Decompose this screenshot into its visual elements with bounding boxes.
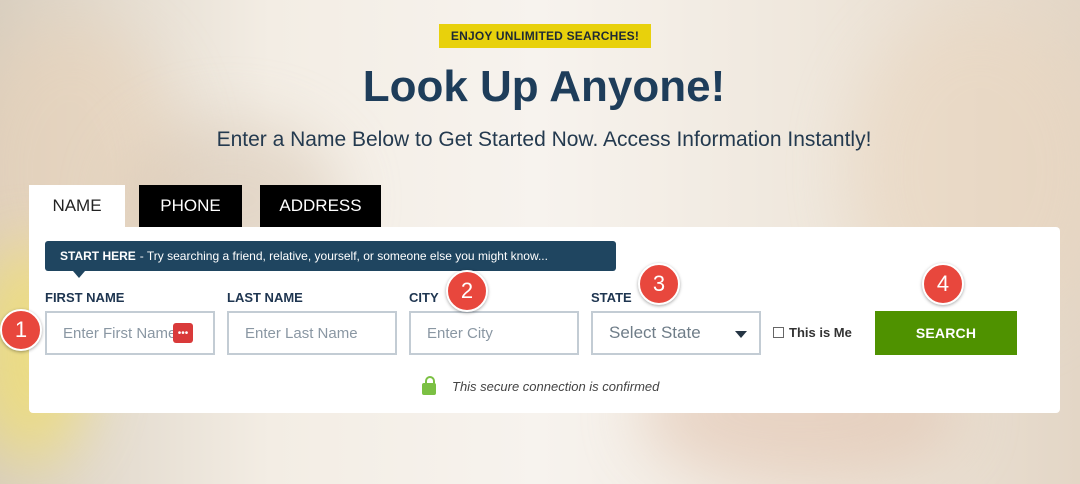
search-button[interactable]: SEARCH <box>875 311 1017 355</box>
city-field <box>409 311 579 355</box>
start-here-tooltip: START HERE - Try searching a friend, rel… <box>45 241 616 271</box>
lock-icon <box>422 376 436 395</box>
tooltip-strong: START HERE <box>60 249 136 263</box>
first-name-field: ••• <box>45 311 215 355</box>
step-marker-1: 1 <box>0 309 42 351</box>
step-marker-4: 4 <box>922 263 964 305</box>
last-name-input[interactable] <box>229 313 395 353</box>
password-manager-icon[interactable]: ••• <box>173 323 193 343</box>
page-subtitle: Enter a Name Below to Get Started Now. A… <box>216 128 872 151</box>
tooltip-arrow <box>73 271 85 278</box>
first-name-label: FIRST NAME <box>45 290 125 305</box>
tab-phone[interactable]: PHONE <box>139 185 242 227</box>
promo-badge: ENJOY UNLIMITED SEARCHES! <box>439 24 651 48</box>
secure-connection-text: This secure connection is confirmed <box>452 379 660 394</box>
city-label: CITY <box>409 290 439 305</box>
tab-name[interactable]: NAME <box>29 185 125 227</box>
tab-address[interactable]: ADDRESS <box>260 185 381 227</box>
page-title: Look Up Anyone! <box>362 62 726 111</box>
state-select[interactable]: Select State <box>591 311 761 355</box>
city-input[interactable] <box>411 313 577 353</box>
step-marker-2: 2 <box>446 270 488 312</box>
this-is-me-control[interactable]: This is Me <box>773 325 852 340</box>
state-select-value: Select State <box>609 323 701 342</box>
state-label: STATE <box>591 290 632 305</box>
this-is-me-checkbox[interactable] <box>773 327 784 338</box>
last-name-field <box>227 311 397 355</box>
secure-connection-note: This secure connection is confirmed <box>422 376 660 395</box>
step-marker-3: 3 <box>638 263 680 305</box>
last-name-label: LAST NAME <box>227 290 303 305</box>
chevron-down-icon <box>735 331 747 338</box>
this-is-me-label: This is Me <box>789 325 852 340</box>
tooltip-text: - Try searching a friend, relative, your… <box>139 249 548 263</box>
